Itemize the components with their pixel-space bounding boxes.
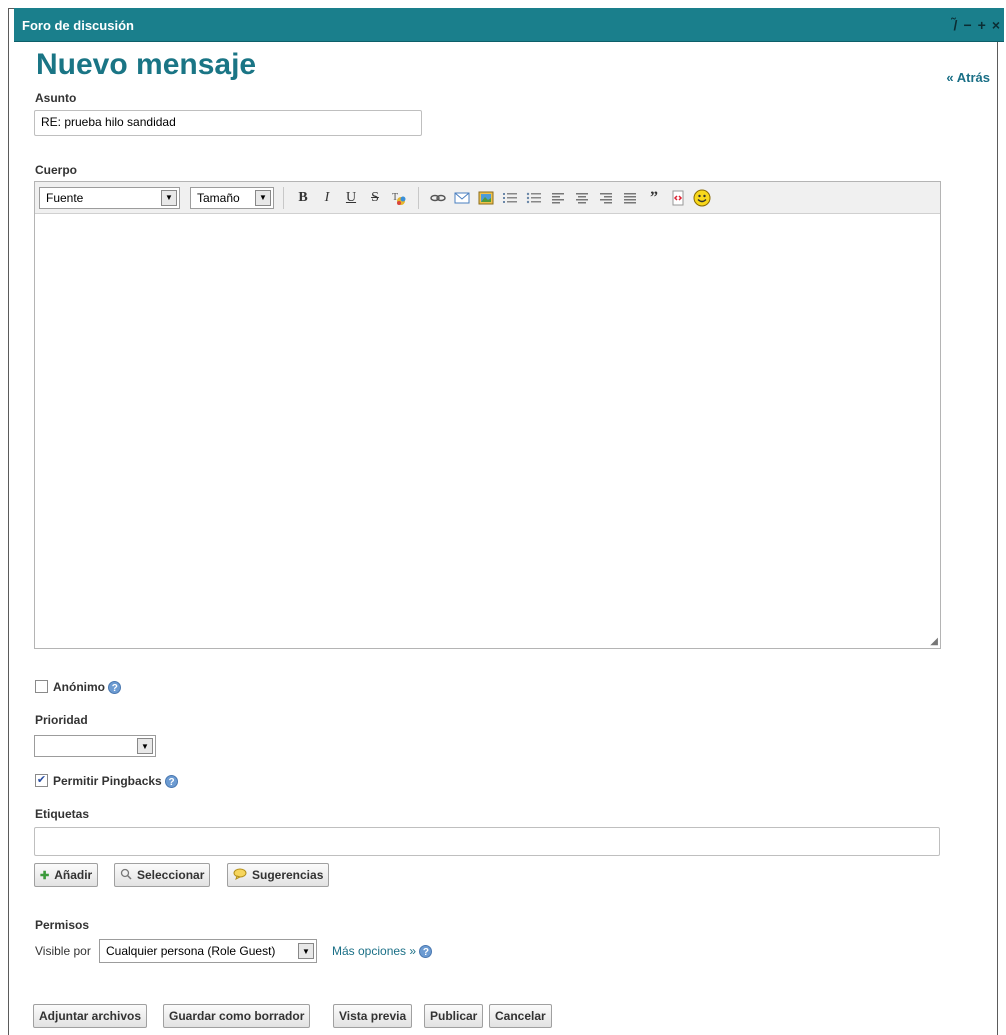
publish-button[interactable]: Publicar [424, 1004, 484, 1028]
priority-label: Prioridad [35, 713, 88, 727]
toolbar-divider [283, 186, 284, 209]
suggestions-label: Sugerencias [252, 868, 324, 882]
visibility-select[interactable]: Cualquier persona (Role Guest) ▼ [99, 939, 317, 963]
align-left-icon[interactable] [548, 188, 568, 208]
ordered-list-icon[interactable] [500, 188, 520, 208]
speech-bubble-icon [233, 868, 247, 883]
minimize-icon[interactable]: − [963, 17, 971, 33]
portlet-title: Foro de discusión [22, 18, 134, 33]
justify-icon[interactable] [620, 188, 640, 208]
select-tags-label: Seleccionar [137, 868, 205, 882]
chevron-down-icon: ▼ [161, 189, 177, 206]
portlet-titlebar: Foro de discusión /̃ − + × [14, 8, 1004, 42]
portlet-controls: /̃ − + × [954, 17, 1000, 33]
font-select-label: Fuente [46, 190, 84, 205]
anonymous-label: Anónimo [53, 680, 105, 694]
bold-button[interactable]: B [293, 188, 313, 208]
pingbacks-label: Permitir Pingbacks [53, 774, 162, 788]
plus-icon: ✚ [40, 869, 50, 882]
maximize-icon[interactable]: + [978, 17, 986, 33]
link-icon[interactable] [428, 188, 448, 208]
close-icon[interactable]: × [992, 17, 1000, 33]
tags-label: Etiquetas [35, 807, 90, 821]
attach-files-button[interactable]: Adjuntar archivos [33, 1004, 148, 1028]
more-options-row: Más opciones » ? [332, 944, 433, 959]
font-select[interactable]: Fuente ▼ [39, 186, 180, 209]
pingbacks-checkbox[interactable]: ✔ [35, 774, 48, 787]
text-color-icon[interactable]: T [389, 188, 409, 208]
search-icon [120, 868, 132, 883]
pingbacks-label-row: Permitir Pingbacks ? [53, 774, 179, 789]
back-link[interactable]: « Atrás [946, 70, 990, 85]
visible-by-label: Visible por [35, 944, 91, 958]
underline-button[interactable]: U [341, 188, 361, 208]
help-icon[interactable]: ? [419, 945, 433, 959]
tags-input[interactable] [34, 827, 940, 856]
image-icon[interactable] [476, 188, 496, 208]
add-tag-label: Añadir [54, 868, 93, 882]
subject-input[interactable]: RE: prueba hilo sandidad [34, 110, 422, 136]
chevron-down-icon: ▼ [137, 738, 153, 754]
chevron-down-icon: ▼ [298, 943, 314, 959]
configure-icon[interactable]: /̃ [954, 17, 958, 33]
editor-toolbar: Fuente ▼ Tamaño ▼ B I U S T ” [35, 182, 940, 214]
code-icon[interactable] [668, 188, 688, 208]
toolbar-divider [418, 186, 419, 209]
help-icon[interactable]: ? [165, 775, 179, 789]
size-select-label: Tamaño [197, 190, 240, 205]
anonymous-checkbox[interactable] [35, 680, 48, 693]
size-select[interactable]: Tamaño ▼ [190, 186, 274, 209]
permissions-label: Permisos [35, 918, 90, 932]
cancel-button[interactable]: Cancelar [489, 1004, 552, 1028]
unordered-list-icon[interactable] [524, 188, 544, 208]
save-draft-button[interactable]: Guardar como borrador [163, 1004, 311, 1028]
resize-handle-icon[interactable]: ◢ [930, 636, 938, 647]
anonymous-label-row: Anónimo ? [53, 680, 122, 695]
smiley-icon[interactable] [692, 188, 712, 208]
subject-label: Asunto [35, 91, 77, 105]
align-right-icon[interactable] [596, 188, 616, 208]
strikethrough-button[interactable]: S [365, 188, 385, 208]
more-options-link[interactable]: Más opciones » [332, 944, 416, 958]
body-label: Cuerpo [35, 163, 77, 177]
select-tags-button[interactable]: Seleccionar [114, 863, 211, 887]
chevron-down-icon: ▼ [255, 189, 271, 206]
align-center-icon[interactable] [572, 188, 592, 208]
help-icon[interactable]: ? [108, 681, 122, 695]
priority-select[interactable]: ▼ [34, 735, 156, 757]
rich-text-editor[interactable]: Fuente ▼ Tamaño ▼ B I U S T ” ◢ [34, 181, 941, 649]
add-tag-button[interactable]: ✚ Añadir [34, 863, 99, 887]
email-icon[interactable] [452, 188, 472, 208]
quote-icon[interactable]: ” [644, 188, 664, 208]
suggestions-button[interactable]: Sugerencias [227, 863, 330, 887]
visibility-select-value: Cualquier persona (Role Guest) [106, 944, 276, 958]
preview-button[interactable]: Vista previa [333, 1004, 413, 1028]
page-title: Nuevo mensaje [36, 48, 257, 81]
italic-button[interactable]: I [317, 188, 337, 208]
